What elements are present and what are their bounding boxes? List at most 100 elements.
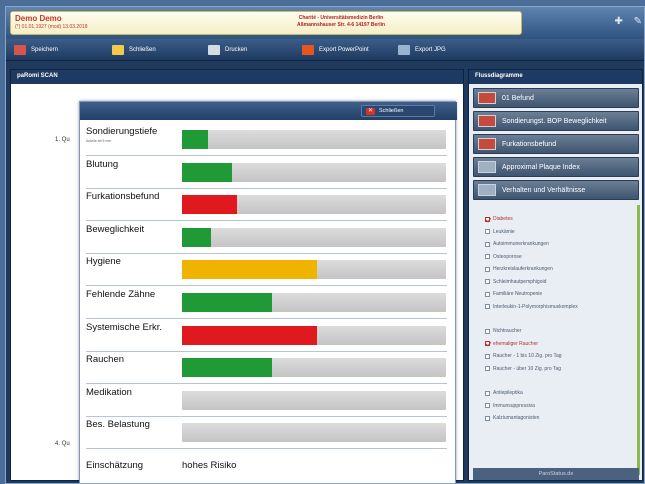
printer-icon: [208, 44, 220, 55]
chart-icon: [478, 115, 496, 127]
checklist-item[interactable]: Diabetes: [485, 216, 513, 222]
checkbox[interactable]: [485, 241, 490, 247]
checkbox[interactable]: [485, 390, 490, 396]
risk-bar-track: [182, 423, 446, 443]
app-window: Demo Demo (*) 01.01.1927 (mod) 13.03.201…: [5, 6, 645, 484]
risk-bar-fill: [182, 130, 209, 149]
risk-row-label: Fehlende Zähne: [86, 289, 156, 300]
export-powerpoint-label: Export PowerPoint: [319, 46, 369, 53]
overlay-header: ✕ Schließen: [80, 102, 457, 120]
risk-bar-fill: [182, 260, 317, 280]
chart-icon: [478, 184, 496, 196]
checkbox[interactable]: [485, 291, 490, 297]
risk-row: Medikation: [80, 381, 457, 417]
overlay-close-label: Schließen: [379, 108, 404, 114]
checkbox[interactable]: [485, 415, 490, 421]
flowchart-button[interactable]: Furkationsbefund: [473, 134, 639, 154]
flowchart-button-label: Furkationsbefund: [502, 140, 557, 148]
checklist-label: Leukämie: [493, 228, 515, 235]
chart-icon: [478, 92, 496, 104]
risk-bar-track: [182, 227, 446, 247]
clinic-line-2: Aßmannshauser Str. 4-6 14197 Berlin: [296, 22, 386, 28]
powerpoint-icon: [302, 44, 314, 55]
risk-row-label: Rauchen: [86, 354, 125, 366]
checkbox[interactable]: [485, 216, 490, 222]
checklist-item[interactable]: Immunsuppressiva: [485, 403, 535, 409]
assessment-value: hohes Risiko: [182, 460, 237, 471]
close-label: Schließen: [129, 46, 156, 53]
risk-bar-fill: [182, 195, 238, 215]
risk-bar-fill: [182, 325, 317, 345]
risk-bar-track: [182, 260, 446, 280]
risk-row-label: Medikation: [86, 386, 132, 398]
save-icon: [14, 44, 26, 55]
flowchart-panel: Flussdiagramme 01 Befund Sondierungst. BO…: [468, 69, 643, 481]
flowchart-button[interactable]: Approximal Plaque Index: [473, 157, 639, 177]
risk-row-label: Bes. Belastung: [86, 419, 150, 431]
checklist-item[interactable]: ehemaliger Raucher: [485, 341, 538, 347]
risk-bar-fill: [182, 227, 212, 247]
checkbox[interactable]: [485, 341, 490, 346]
checklist-item[interactable]: Raucher - über 10 Zig. pro Tag: [485, 366, 561, 372]
checklist-item[interactable]: Antiepileptika: [485, 390, 523, 396]
flowchart-button[interactable]: Verhalten und Verhältnisse: [473, 180, 639, 200]
risk-row-label: Blutung: [86, 158, 119, 170]
risk-bar-fill: [182, 293, 272, 312]
risk-row: Hygiene: [80, 250, 457, 287]
print-label: Drucken: [225, 46, 248, 53]
footer-brand[interactable]: ParoStatus.de: [473, 468, 639, 480]
risk-row: Beweglichkeit: [80, 218, 457, 254]
checklist-item[interactable]: Interleukin-1-Polymorphismuskomplex: [485, 304, 578, 310]
overlay-close-button[interactable]: ✕ Schließen: [361, 105, 435, 117]
checkbox[interactable]: [485, 266, 490, 272]
checklist-label: Diabetes: [493, 216, 513, 222]
risk-row-label: Beweglichkeit: [86, 223, 145, 235]
checklist-item[interactable]: Kalziumantagonisten: [485, 415, 539, 421]
checklist-item[interactable]: Leukämie: [485, 229, 515, 235]
header-icons: ✚ ✎: [606, 16, 642, 27]
clinic-line-1: Charité - Universitätsmedizin Berlin: [298, 15, 384, 21]
risk-row: Systemische Erkr.: [80, 316, 457, 352]
risk-bar-track: [182, 358, 446, 378]
checkbox[interactable]: [485, 328, 490, 334]
checklist-item[interactable]: Familiäre Neutropenie: [485, 291, 542, 297]
checkbox[interactable]: [485, 366, 490, 371]
checkbox[interactable]: [485, 353, 490, 359]
export-powerpoint-button[interactable]: Export PowerPoint: [302, 42, 369, 57]
risk-row: Rauchen: [80, 348, 457, 385]
patient-banner[interactable]: Demo Demo (*) 01.01.1927 (mod) 13.03.201…: [10, 11, 522, 35]
risk-row-label: Furkationsbefund: [86, 191, 160, 203]
export-jpg-button[interactable]: Export JPG: [398, 42, 446, 57]
print-button[interactable]: Drucken: [208, 42, 247, 57]
plus-icon[interactable]: ✚: [614, 16, 622, 27]
risk-bar-fill: [182, 162, 233, 182]
checklist-item[interactable]: Raucher - 1 bis 10 Zig. pro Tag: [485, 353, 562, 359]
checklist-label: Raucher - 1 bis 10 Zig. pro Tag: [493, 353, 562, 359]
checklist-item[interactable]: Autoimmunerkrankungen: [485, 241, 549, 247]
checkbox[interactable]: [485, 304, 490, 309]
flowchart-panel-title: Flussdiagramme: [469, 70, 642, 84]
checklist-label: Raucher - über 10 Zig. pro Tag: [493, 365, 562, 372]
checklist-item[interactable]: Osteoporose: [485, 254, 522, 260]
checkbox[interactable]: [485, 279, 490, 284]
checkbox[interactable]: [485, 229, 490, 234]
checklist-item[interactable]: Nichtraucher: [485, 328, 521, 334]
checkbox[interactable]: [485, 254, 490, 259]
flowchart-button[interactable]: Sondierungst. BOP Beweglichkeit: [473, 111, 639, 131]
checkbox[interactable]: [485, 403, 490, 408]
checklist-label: ehemaliger Raucher: [493, 340, 539, 347]
tools-icon[interactable]: ✎: [634, 16, 642, 27]
risk-bar-fill: [182, 358, 272, 378]
risk-row-label: Sondierungstiefe: [86, 126, 158, 137]
checklist-item[interactable]: Herzkreislauferkrankungen: [485, 266, 553, 272]
risk-row-sublabel: Anteile ab 5 mm: [86, 139, 112, 143]
flowchart-button-label: 01 Befund: [502, 94, 534, 102]
save-button[interactable]: Speichern: [14, 42, 58, 57]
checklist-item[interactable]: Schleimhautpemphigoid: [485, 279, 546, 285]
checklist-label: Herzkreislauferkrankungen: [493, 266, 553, 272]
risk-bar-track: [182, 130, 446, 149]
scroll-indicator: [637, 205, 640, 475]
close-button[interactable]: Schließen: [112, 42, 156, 57]
chart-icon: [478, 161, 496, 173]
flowchart-button[interactable]: 01 Befund: [473, 88, 639, 108]
